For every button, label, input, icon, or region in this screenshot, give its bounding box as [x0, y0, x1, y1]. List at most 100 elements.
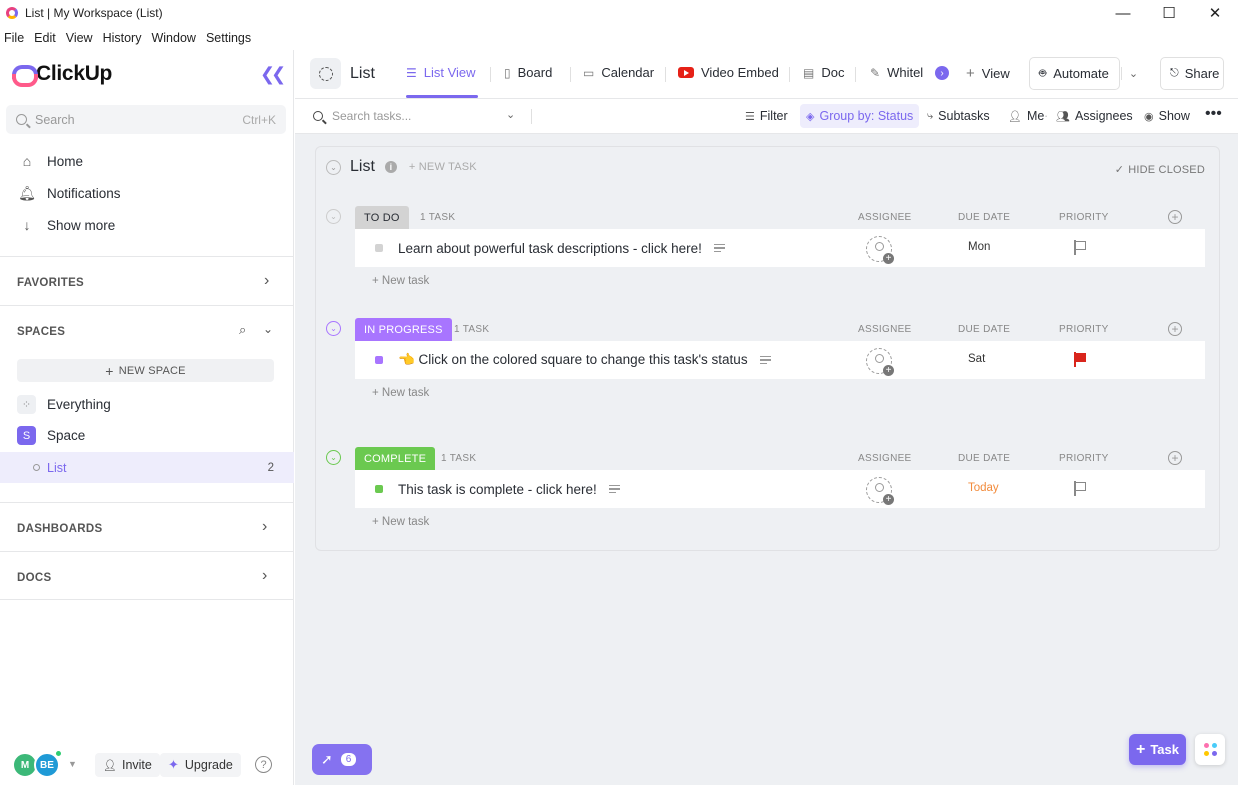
- menu-history[interactable]: History: [103, 31, 142, 45]
- show-button[interactable]: ◉ Show: [1144, 109, 1190, 123]
- group-by-button[interactable]: ◈ Group by: Status: [800, 104, 920, 128]
- add-assignee-icon[interactable]: [866, 236, 894, 264]
- collapse-group-icon[interactable]: ⌄: [326, 209, 341, 224]
- brand[interactable]: ClickUp: [10, 62, 112, 87]
- minimize-button[interactable]: —: [1100, 0, 1146, 26]
- menu-settings[interactable]: Settings: [206, 31, 251, 45]
- close-button[interactable]: ✕: [1192, 0, 1238, 26]
- scroll-tabs-right-icon[interactable]: ›: [935, 66, 949, 80]
- add-assignee-icon[interactable]: [866, 348, 894, 376]
- column-header-due-date[interactable]: DUE DATE: [958, 212, 1010, 223]
- table-row[interactable]: 👈 Click on the colored square to change …: [355, 341, 1205, 379]
- new-space-button[interactable]: + NEW SPACE: [17, 359, 274, 382]
- priority-flag-icon[interactable]: [1074, 352, 1086, 367]
- task-name[interactable]: Learn about powerful task descriptions -…: [398, 241, 702, 256]
- sidebar-item-notifications[interactable]: 🔔︎ Notifications: [18, 185, 120, 202]
- add-task-link[interactable]: + New task: [372, 516, 429, 528]
- task-name[interactable]: This task is complete - click here!: [398, 482, 597, 497]
- chevron-down-icon[interactable]: ⌄: [1120, 67, 1138, 80]
- menu-view[interactable]: View: [66, 31, 93, 45]
- priority-flag-icon[interactable]: [1074, 481, 1086, 496]
- table-row[interactable]: Learn about powerful task descriptions -…: [355, 229, 1205, 267]
- info-icon[interactable]: i: [384, 161, 397, 173]
- maximize-button[interactable]: ☐: [1146, 0, 1192, 26]
- upgrade-button[interactable]: ✦ Upgrade: [160, 753, 241, 777]
- new-task-button[interactable]: + NEW TASK: [409, 161, 477, 173]
- assignees-button[interactable]: 👥︎ Assignees: [1056, 109, 1133, 123]
- chevron-right-icon: ›: [262, 567, 268, 584]
- collapse-group-icon[interactable]: ⌄: [326, 321, 341, 336]
- add-column-icon[interactable]: +: [1168, 322, 1182, 336]
- chevron-down-icon[interactable]: ⌄: [506, 108, 515, 121]
- status-badge[interactable]: TO DO: [355, 206, 409, 229]
- column-header-due-date[interactable]: DUE DATE: [958, 453, 1010, 464]
- help-icon[interactable]: ?: [255, 756, 272, 773]
- subtasks-button[interactable]: ⤷ Subtasks: [927, 109, 990, 123]
- sidebar-item-space[interactable]: S Space: [17, 426, 85, 445]
- menu-edit[interactable]: Edit: [34, 31, 56, 45]
- share-button[interactable]: ⎋ Share: [1160, 57, 1224, 90]
- table-row[interactable]: This task is complete - click here! Toda…: [355, 470, 1205, 508]
- sidebar-item-list[interactable]: List 2: [0, 452, 294, 483]
- column-header-priority[interactable]: PRIORITY: [1059, 324, 1109, 335]
- tab-video-embed[interactable]: Video Embed: [678, 65, 779, 80]
- sidebar-search[interactable]: Search Ctrl+K: [6, 105, 286, 134]
- menu-window[interactable]: Window: [151, 31, 195, 45]
- filter-button[interactable]: ☰ Filter: [745, 109, 788, 123]
- collapse-group-icon[interactable]: ⌄: [326, 450, 341, 465]
- tab-whiteboard[interactable]: ✎ Whitel: [870, 65, 923, 80]
- add-column-icon[interactable]: +: [1168, 210, 1182, 224]
- due-date[interactable]: Today: [968, 482, 999, 494]
- rocket-launcher-button[interactable]: ➚ 6: [312, 744, 372, 775]
- automate-button[interactable]: 🤖︎ Automate ⌄: [1029, 57, 1138, 90]
- sidebar-item-everything[interactable]: ⁘ Everything: [17, 395, 111, 414]
- me-button[interactable]: 👤︎ Me: [1008, 109, 1044, 123]
- due-date[interactable]: Mon: [968, 241, 990, 253]
- sidebar-item-home[interactable]: ⌂ Home: [18, 153, 83, 169]
- menu-file[interactable]: File: [4, 31, 24, 45]
- task-name[interactable]: 👈 Click on the colored square to change …: [398, 352, 748, 368]
- add-view-button[interactable]: + View: [966, 65, 1010, 82]
- list-status-icon[interactable]: [310, 58, 341, 89]
- status-badge[interactable]: IN PROGRESS: [355, 318, 452, 341]
- docs-section[interactable]: DOCS ›: [0, 551, 294, 600]
- add-task-link[interactable]: + New task: [372, 275, 429, 287]
- task-status-square[interactable]: [375, 244, 383, 252]
- create-task-button[interactable]: + Task: [1129, 734, 1186, 765]
- chevron-down-icon[interactable]: ⌄: [263, 322, 273, 336]
- hide-closed-button[interactable]: ✓ HIDE CLOSED: [1115, 163, 1205, 176]
- tab-doc[interactable]: ▤ Doc: [803, 65, 844, 80]
- search-spaces-icon[interactable]: ⌕: [239, 322, 246, 338]
- apps-grid-icon[interactable]: [1195, 734, 1225, 765]
- due-date[interactable]: Sat: [968, 353, 985, 365]
- dashboards-section[interactable]: DASHBOARDS ›: [0, 502, 294, 551]
- invite-button[interactable]: 👤︎ Invite: [95, 753, 160, 777]
- tab-board[interactable]: ▯ Board: [504, 65, 552, 80]
- sidebar-item-show-more[interactable]: ↓ Show more: [18, 217, 116, 233]
- priority-flag-icon[interactable]: [1074, 240, 1086, 255]
- task-status-square[interactable]: [375, 356, 383, 364]
- caret-down-icon[interactable]: ▼: [68, 759, 77, 769]
- add-column-icon[interactable]: +: [1168, 451, 1182, 465]
- search-icon: [313, 111, 323, 121]
- task-status-square[interactable]: [375, 485, 383, 493]
- tab-list-view[interactable]: ☰ List View: [406, 65, 476, 80]
- list-container: ⌄ List i + NEW TASK ✓ HIDE CLOSED ⌄ TO DO…: [315, 146, 1220, 551]
- column-header-priority[interactable]: PRIORITY: [1059, 453, 1109, 464]
- status-badge[interactable]: COMPLETE: [355, 447, 436, 470]
- collapse-sidebar-icon[interactable]: ❮❮: [260, 64, 286, 85]
- search-tasks-input[interactable]: Search tasks...: [313, 109, 411, 123]
- column-header-priority[interactable]: PRIORITY: [1059, 212, 1109, 223]
- column-header-assignee[interactable]: ASSIGNEE: [858, 324, 912, 335]
- column-header-assignee[interactable]: ASSIGNEE: [858, 212, 912, 223]
- collapse-list-icon[interactable]: ⌄: [326, 159, 341, 175]
- favorites-section[interactable]: FAVORITES ›: [0, 256, 294, 305]
- list-count: 2: [267, 461, 274, 474]
- tab-calendar[interactable]: ▭ Calendar: [583, 65, 654, 80]
- toolbar: Search tasks... ⌄ ☰ Filter ◈ Group by: S…: [295, 99, 1238, 134]
- more-options-icon[interactable]: •••: [1205, 105, 1222, 123]
- add-task-link[interactable]: + New task: [372, 387, 429, 399]
- add-assignee-icon[interactable]: [866, 477, 894, 505]
- column-header-assignee[interactable]: ASSIGNEE: [858, 453, 912, 464]
- column-header-due-date[interactable]: DUE DATE: [958, 324, 1010, 335]
